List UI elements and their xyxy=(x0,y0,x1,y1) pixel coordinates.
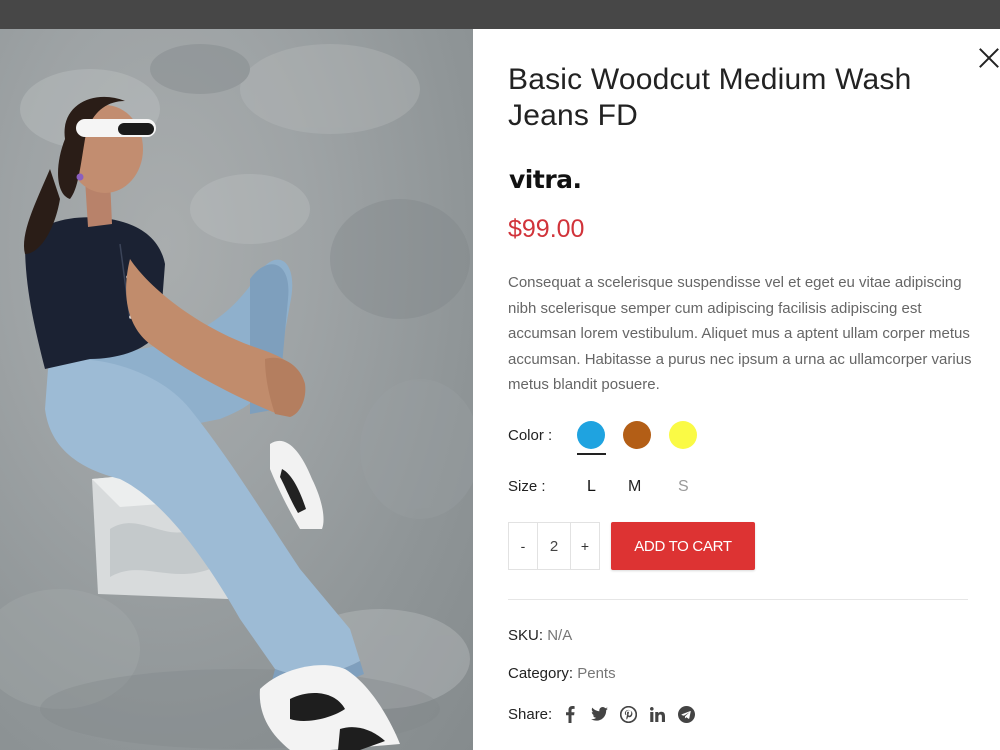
close-button[interactable] xyxy=(976,45,1000,71)
sneaker-back xyxy=(270,440,324,529)
linkedin-icon[interactable] xyxy=(646,704,668,724)
size-option-m[interactable]: M xyxy=(628,478,641,496)
facebook-icon[interactable] xyxy=(559,704,581,724)
product-price: $99.00 xyxy=(508,215,585,243)
selected-color-indicator xyxy=(577,453,606,455)
telegram-icon[interactable] xyxy=(675,704,697,724)
share-row: Share: xyxy=(508,704,704,724)
divider xyxy=(508,599,968,600)
category-link[interactable]: Pents xyxy=(577,665,615,682)
color-swatch-brown[interactable] xyxy=(623,421,651,449)
quick-view-modal: Basic Woodcut Medium Wash Jeans FD vitra… xyxy=(0,29,1000,750)
brand-logo[interactable]: vitra. xyxy=(509,165,582,194)
color-swatch-blue[interactable] xyxy=(577,421,605,449)
color-swatch-yellow[interactable] xyxy=(669,421,697,449)
quantity-input[interactable]: 2 xyxy=(537,523,571,569)
sku-row: SKU: N/A xyxy=(508,627,572,644)
add-to-cart-button[interactable]: ADD TO CART xyxy=(611,522,755,570)
product-description: Consequat a scelerisque suspendisse vel … xyxy=(508,274,972,394)
product-image xyxy=(0,29,473,750)
category-label: Category: xyxy=(508,665,574,682)
category-row: Category: Pents xyxy=(508,665,616,682)
product-title: Basic Woodcut Medium Wash Jeans FD xyxy=(508,63,912,132)
share-icons xyxy=(559,704,704,724)
quantity-stepper: - 2 + xyxy=(508,522,600,570)
sku-value: N/A xyxy=(547,627,573,644)
sku-label: SKU: xyxy=(508,627,544,644)
twitter-icon[interactable] xyxy=(588,704,610,724)
page-overlay-bar xyxy=(0,0,1000,29)
quantity-decrease-button[interactable]: - xyxy=(509,523,537,569)
size-label: Size : xyxy=(508,478,546,495)
quantity-increase-button[interactable]: + xyxy=(571,523,599,569)
size-option-s[interactable]: S xyxy=(678,478,689,496)
product-photo-illustration xyxy=(0,44,473,750)
size-option-l[interactable]: L xyxy=(587,478,596,496)
pinterest-icon[interactable] xyxy=(617,704,639,724)
color-label: Color : xyxy=(508,427,553,444)
share-label: Share: xyxy=(508,705,553,723)
